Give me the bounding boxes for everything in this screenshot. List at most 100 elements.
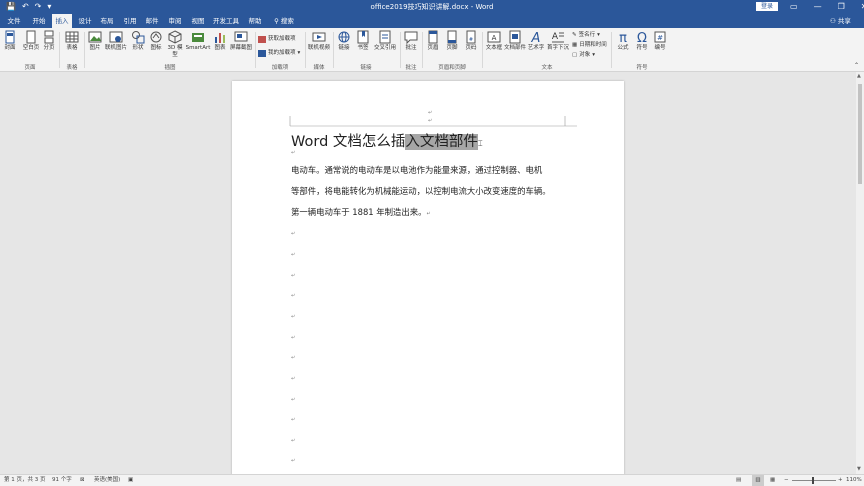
link-icon [338,31,350,43]
group-label-header-footer: 页眉和页脚 [438,65,466,71]
web-layout-icon[interactable]: ▦ [770,475,775,486]
group-divider [611,32,612,68]
title-bar: 💾 ↶ ↷ ▾ office2019技巧知识讲解.docx - Word 登录 … [0,0,864,14]
group-label-illustrations: 插图 [164,65,176,71]
status-bar: 第 1 页，共 3 页 91 个字 ⊠ 英语(美国) ▣ ▤ ▥ ▦ − + 1… [0,474,864,486]
bookmark-icon [357,30,369,44]
zoom-slider[interactable] [792,480,836,481]
quick-parts-icon [509,30,521,44]
svg-text:A: A [492,34,497,42]
comment-button[interactable]: 批注 [403,30,419,52]
group-divider [482,32,483,68]
document-heading[interactable]: Word 文档怎么插入文档部件⌶ [291,130,483,151]
page-break-button[interactable]: 分页 [42,30,56,52]
signature-line-button[interactable]: ✎ 签名行 ▾ [572,31,600,39]
online-picture-icon [109,31,123,43]
zoom-in-icon[interactable]: + [838,475,843,486]
equation-button[interactable]: π 公式 [614,30,632,52]
date-time-button[interactable]: ▦ 日期和时间 [572,41,607,49]
cover-page-button[interactable]: 封面 [2,30,18,52]
group-label-links: 链接 [360,65,372,71]
paragraph-mark: ↵ [291,417,296,423]
tab-home[interactable]: 开始 [28,14,50,28]
macro-recording-icon[interactable]: ▣ [128,475,133,486]
footer-button[interactable]: 页脚 [444,30,460,52]
scroll-up-icon[interactable]: ▲ [857,73,861,79]
screenshot-button[interactable]: 屏幕截图 [229,30,253,52]
svg-text:A: A [531,31,541,44]
header-button[interactable]: 页眉 [425,30,441,52]
online-video-button[interactable]: 联机视频 [308,30,330,52]
table-button[interactable]: 表格 [63,30,81,52]
symbol-button[interactable]: Ω 符号 [634,30,650,52]
selected-text: 入文档部件 [405,134,478,150]
picture-icon [88,31,102,43]
tab-references[interactable]: 引用 [120,14,140,28]
group-divider [84,32,85,68]
collapse-ribbon-icon[interactable]: ⌃ [854,62,859,70]
page-count[interactable]: 第 1 页，共 3 页 [4,475,46,486]
object-button[interactable]: ▢ 对象 ▾ [572,51,595,59]
cross-reference-button[interactable]: 交叉引用 [373,30,397,52]
text-cursor-icon: ⌶ [477,139,483,148]
icons-button[interactable]: 图标 [148,30,164,52]
restore-icon[interactable]: ❐ [838,1,845,12]
paragraph-mark: ↵ [291,376,296,382]
paragraph-mark: ↵ [428,110,433,116]
tab-help[interactable]: 帮助 [244,14,266,28]
tab-file[interactable]: 文件 [4,14,24,28]
3d-models-button[interactable]: 3D 模型 [166,30,184,59]
group-label-comments: 批注 [405,65,417,71]
smartart-button[interactable]: SmartArt [185,30,211,52]
share-button[interactable]: ⚇ 共享 [830,14,851,28]
dropdown-arrow-icon: ▾ [597,32,600,38]
tab-search[interactable]: ⚲ 搜索 [270,14,298,28]
wordart-button[interactable]: A 艺术字 [527,30,545,52]
icons-gallery-icon [150,31,162,43]
paragraph-mark: ↵ [291,314,296,320]
vertical-scrollbar[interactable]: ▲ ▼ [856,72,864,474]
paragraph-mark: ↵ [428,118,433,124]
tab-insert[interactable]: 插入 [52,14,72,28]
body-paragraph-line[interactable]: 第一辆电动车于 1881 年制造出来。↵ [291,206,431,218]
ribbon-display-icon[interactable]: ▭ [790,1,798,12]
quick-parts-button[interactable]: 文档部件 [504,30,526,52]
word-count[interactable]: 91 个字 [52,475,72,486]
print-layout-icon[interactable]: ▥ [752,475,764,486]
body-paragraph-line[interactable]: 等部件，将电能转化为机械能运动，以控制电流大小改变速度的车辆。 [291,185,551,197]
chart-button[interactable]: 图表 [212,30,228,52]
tab-design[interactable]: 设计 [75,14,95,28]
get-addins-button[interactable]: 获取加载项 [258,35,296,43]
paragraph-mark: ↵ [291,252,296,258]
read-mode-icon[interactable]: ▤ [736,475,741,486]
footer-icon [447,30,457,44]
cube-icon [168,30,182,44]
tab-review[interactable]: 审阅 [165,14,185,28]
tab-mailings[interactable]: 邮件 [142,14,162,28]
online-pictures-button[interactable]: 联机图片 [105,30,127,52]
bookmark-button[interactable]: 书签 [355,30,371,52]
link-button[interactable]: 链接 [336,30,352,52]
tab-developer[interactable]: 开发工具 [212,14,240,28]
my-addins-button[interactable]: 我的加载项 ▾ [258,49,300,57]
zoom-slider-thumb[interactable] [812,477,814,484]
svg-text:π: π [619,31,627,44]
login-button[interactable]: 登录 [756,2,778,11]
page-number-button[interactable]: # 页码 [463,30,479,52]
blank-page-button[interactable]: 空白页 [21,30,41,52]
scrollbar-thumb[interactable] [858,84,862,184]
proofing-icon[interactable]: ⊠ [80,475,85,486]
text-box-button[interactable]: A 文本框 [485,30,503,52]
tab-layout[interactable]: 布局 [97,14,117,28]
body-paragraph-line[interactable]: 电动车。通常说的电动车是以电池作为能量来源，通过控制器、电机 [291,164,542,176]
tab-view[interactable]: 视图 [188,14,208,28]
scroll-down-icon[interactable]: ▼ [857,466,861,472]
language-indicator[interactable]: 英语(美国) [94,475,120,486]
number-button[interactable]: # 编号 [652,30,668,52]
pictures-button[interactable]: 图片 [87,30,103,52]
shapes-button[interactable]: 形状 [130,30,146,52]
minimize-icon[interactable]: — [814,1,822,12]
drop-cap-button[interactable]: A 首字下沉 [546,30,570,52]
zoom-level[interactable]: 110% [846,475,862,486]
zoom-out-icon[interactable]: − [784,475,789,486]
